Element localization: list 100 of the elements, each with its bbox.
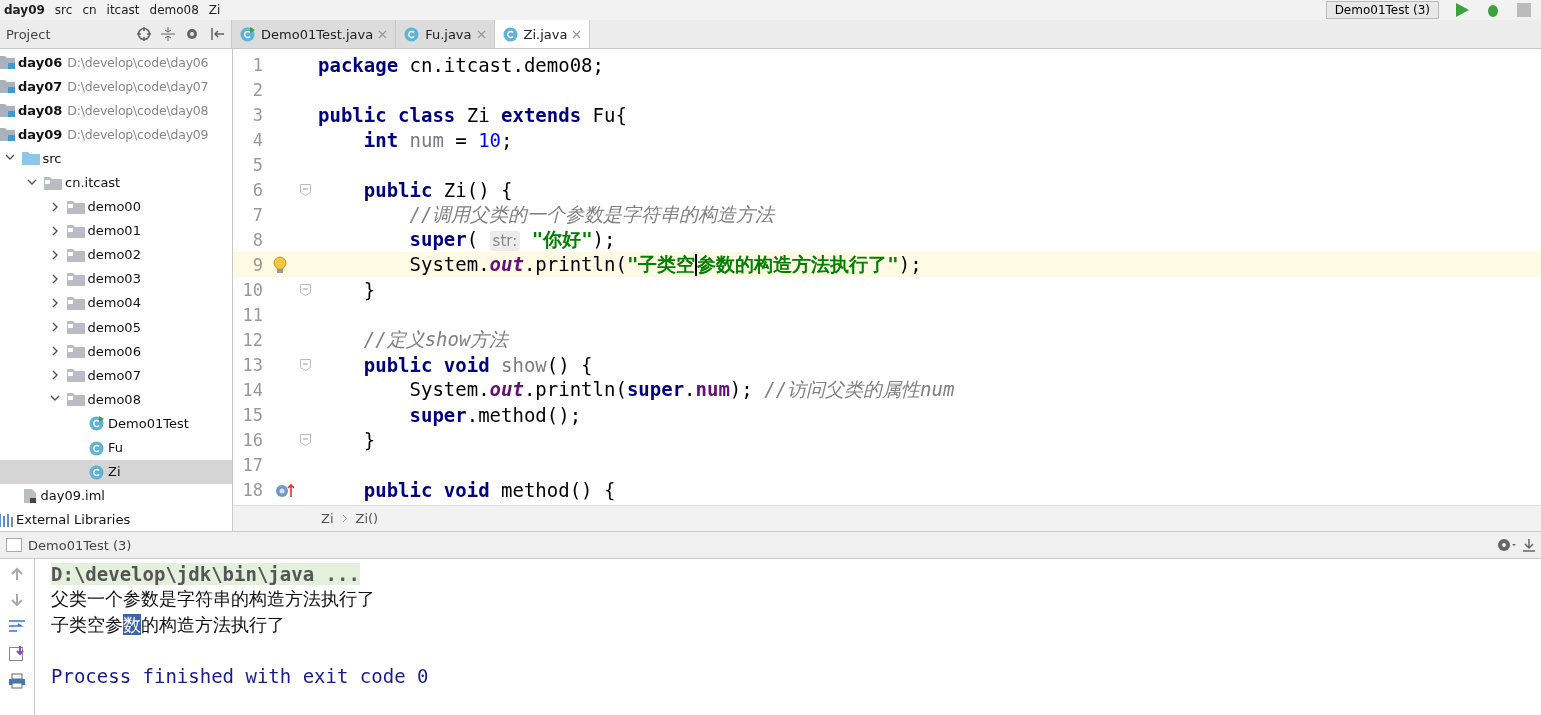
line-number: 8: [251, 229, 263, 250]
tree-item-label: demo00: [87, 199, 141, 215]
run-configuration-dropdown[interactable]: Demo01Test (3): [1325, 1, 1439, 19]
hide-panel-icon[interactable]: [1523, 538, 1535, 552]
code-text: //定义show方法: [362, 326, 509, 352]
breadcrumb-item[interactable]: Zi: [208, 3, 221, 17]
tree-item[interactable]: Demo01Test: [0, 411, 232, 436]
editor-tab[interactable]: Demo01Test.java: [232, 20, 397, 48]
module-path: D:\develop\code\day07: [67, 78, 209, 94]
folder-icon: [44, 175, 62, 190]
line-number: 12: [241, 329, 263, 350]
tree-item[interactable]: External Libraries: [0, 507, 232, 531]
line-number: 5: [251, 154, 263, 175]
code-text: public Zi() {: [362, 178, 513, 201]
run-tab-title[interactable]: Demo01Test (3): [28, 537, 132, 553]
tree-item-label: demo08: [87, 391, 141, 407]
tree-item-label: Demo01Test: [108, 415, 189, 431]
collapse-icon[interactable]: [161, 27, 175, 41]
tree-item[interactable]: demo05: [0, 315, 232, 340]
folder-icon: [21, 151, 40, 166]
tree-item-label: src: [42, 150, 62, 166]
code-text: public void show() {: [362, 353, 593, 376]
tree-item[interactable]: day08 D:\develop\code\day08: [0, 98, 232, 123]
module-path: D:\develop\code\day06: [67, 54, 209, 70]
panel-title[interactable]: Project: [6, 26, 51, 42]
chevron-right-icon: [341, 514, 348, 523]
line-number: 17: [241, 454, 263, 475]
module-folder-icon: [0, 127, 15, 142]
line-number: 10: [241, 279, 263, 300]
folder-icon: [66, 247, 85, 262]
tree-item[interactable]: demo04: [0, 290, 232, 316]
line-number: 9: [251, 254, 263, 275]
tree-item[interactable]: demo07: [0, 363, 232, 388]
breadcrumb-item[interactable]: Zi(): [355, 511, 379, 526]
breadcrumb-item[interactable]: src: [54, 3, 73, 17]
line-number: 6: [251, 179, 263, 200]
tree-item[interactable]: day09.iml: [0, 483, 232, 508]
tree-item-label: demo01: [87, 223, 141, 239]
line-number: 3: [251, 104, 263, 125]
code-text: package cn.itcast.demo08;: [318, 53, 604, 76]
tree-item-label: day09: [18, 126, 63, 142]
line-number: 16: [241, 429, 263, 450]
fold-marker-icon[interactable]: [300, 183, 311, 196]
editor-tab[interactable]: Fu.java: [396, 20, 495, 48]
tree-item[interactable]: demo01: [0, 218, 232, 243]
tree-item[interactable]: cn.itcast: [0, 170, 232, 195]
fold-marker-icon[interactable]: [300, 358, 311, 371]
close-icon[interactable]: [572, 29, 582, 39]
code-text: //调用父类的一个参数是字符串的构造方法: [408, 201, 775, 227]
breadcrumb-item[interactable]: itcast: [106, 3, 140, 17]
tree-item[interactable]: day06 D:\develop\code\day06: [0, 50, 232, 75]
code-text: super( str: "你好");: [408, 226, 616, 253]
tree-item-label: day06: [18, 54, 63, 70]
tree-item-label: demo03: [87, 271, 141, 287]
hide-panel-icon[interactable]: [211, 27, 225, 41]
class-icon: [89, 439, 105, 456]
tree-item[interactable]: Fu: [0, 435, 232, 460]
editor-tab[interactable]: Zi.java: [494, 20, 591, 48]
soft-wrap-icon[interactable]: [9, 619, 25, 633]
folder-icon: [66, 296, 85, 310]
tree-item[interactable]: day07 D:\develop\code\day07: [0, 74, 232, 99]
breadcrumb-item[interactable]: Zi: [321, 511, 334, 526]
code-text: System.out.println(super.num); //访问父类的属性num: [408, 376, 955, 402]
folder-icon: [66, 368, 85, 383]
tree-item-label: day07: [18, 78, 63, 94]
tree-item[interactable]: demo03: [0, 266, 232, 291]
line-number: 7: [251, 204, 263, 225]
code-text: public class Zi extends Fu{: [318, 103, 627, 126]
folder-icon: [66, 223, 85, 238]
class-icon: [89, 463, 105, 480]
print-icon[interactable]: [9, 673, 25, 689]
code-text: public void method() {: [362, 478, 616, 501]
tree-item[interactable]: demo00: [0, 194, 232, 219]
run-icon[interactable]: [1455, 3, 1469, 17]
module-folder-icon: [0, 79, 15, 94]
module-path: D:\develop\code\day09: [67, 126, 209, 142]
test-class-icon: [89, 415, 105, 432]
scroll-to-end-icon[interactable]: [9, 645, 25, 661]
class-icon: [404, 26, 421, 42]
tree-item[interactable]: demo02: [0, 242, 232, 267]
lightbulb-icon[interactable]: [272, 255, 287, 274]
target-icon[interactable]: [137, 27, 151, 41]
console-line: 父类一个参数是字符串的构造方法执行了: [51, 587, 375, 612]
class-icon: [502, 26, 519, 42]
line-number: 13: [241, 354, 263, 375]
tree-item[interactable]: day09 D:\develop\code\day09: [0, 122, 232, 147]
breadcrumb-item[interactable]: day09: [4, 3, 45, 17]
fold-marker-icon[interactable]: [300, 433, 311, 446]
breadcrumb-item[interactable]: cn: [82, 3, 97, 17]
tree-item[interactable]: demo08: [0, 387, 232, 412]
tree-item-label: demo05: [87, 319, 141, 335]
tree-item[interactable]: demo06: [0, 339, 232, 364]
tree-item[interactable]: Zi: [0, 459, 232, 484]
module-path: D:\develop\code\day08: [67, 102, 209, 118]
breadcrumb-item[interactable]: demo08: [149, 3, 199, 17]
file-icon: [21, 487, 38, 504]
override-marker-icon[interactable]: [274, 481, 297, 498]
fold-marker-icon[interactable]: [300, 283, 311, 296]
tree-item[interactable]: src: [0, 146, 232, 171]
settings-icon[interactable]: [1497, 537, 1517, 553]
